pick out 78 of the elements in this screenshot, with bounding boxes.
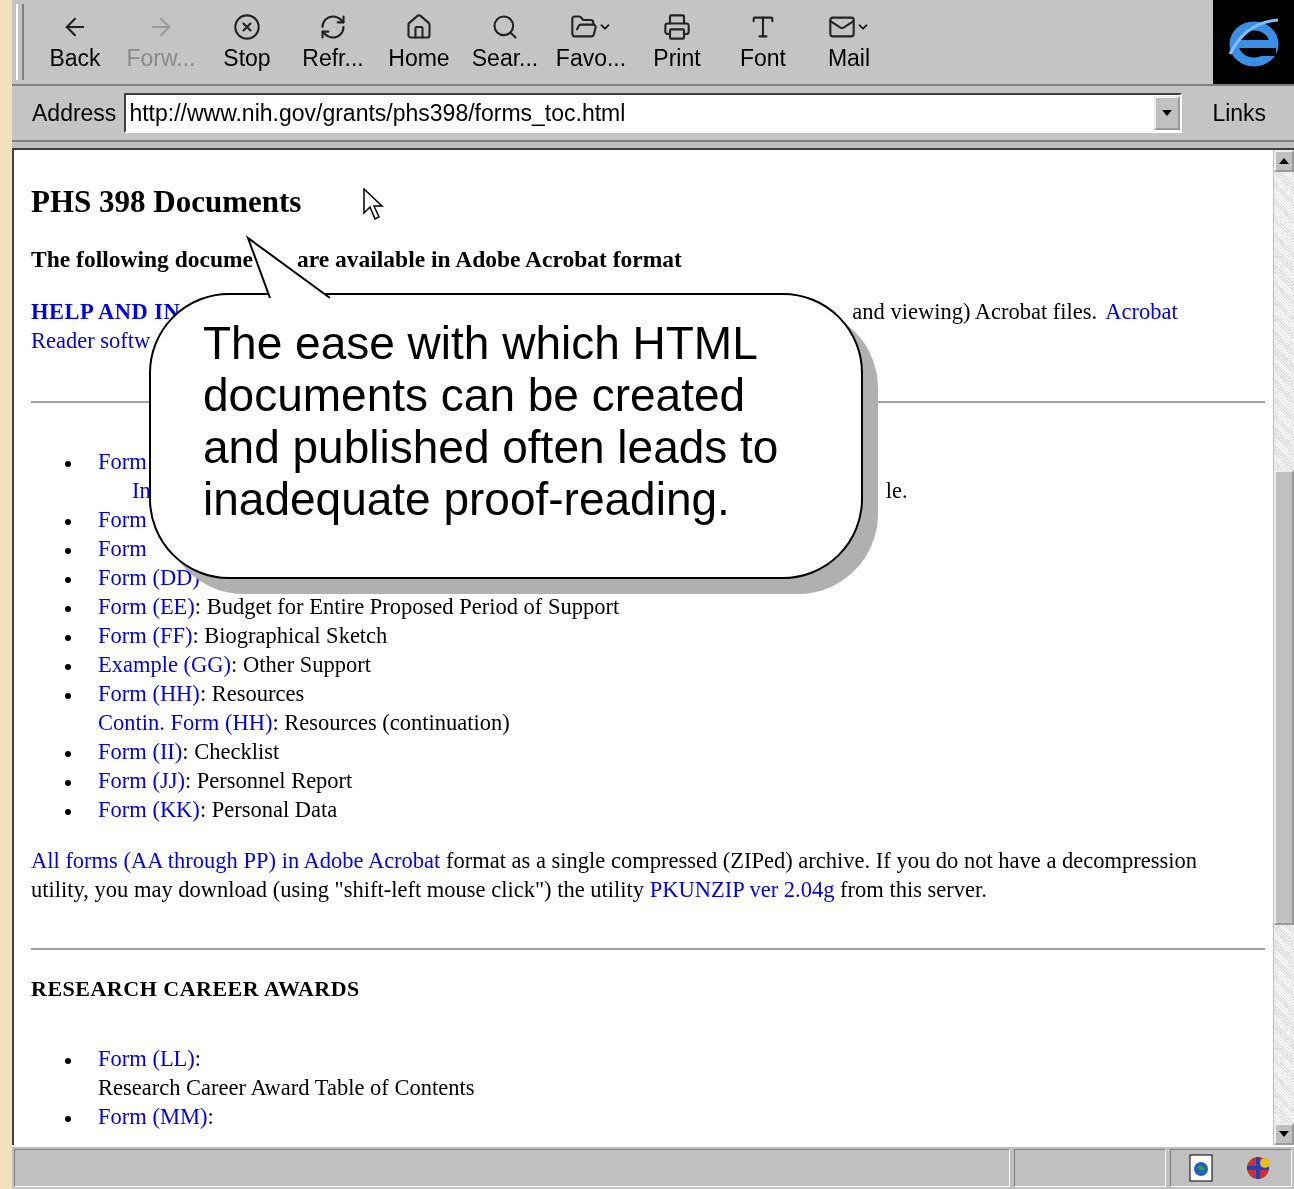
form-description: :: [207, 1104, 214, 1130]
printer-icon: [663, 12, 691, 41]
form-description: : Personal Data: [199, 797, 338, 823]
toolbar-button[interactable]: Favo...: [548, 0, 634, 84]
toolbar-button[interactable]: Back: [32, 0, 118, 84]
form-description: : Budget for Entire Proposed Period of Support: [194, 594, 620, 620]
toolbar-button[interactable]: Sear...: [462, 0, 548, 84]
page-icon: [1189, 1154, 1213, 1182]
form-description: Research Career Award Table of Contents: [98, 1075, 475, 1101]
scroll-down-button[interactable]: [1274, 1123, 1294, 1145]
toolbar-grip[interactable]: [16, 4, 24, 80]
form-description: : Resources: [199, 681, 305, 707]
help-text: and viewing) Acrobat files.: [852, 299, 1098, 325]
bullet-icon: [65, 1115, 71, 1122]
scrollbar[interactable]: [1273, 150, 1294, 1145]
down-arrow-icon: [1279, 1131, 1289, 1137]
up-arrow-icon: [1279, 158, 1289, 164]
bullet-icon: [65, 692, 71, 699]
toolbar-button[interactable]: Home: [376, 0, 462, 84]
form-description: : Other Support: [231, 652, 372, 678]
search-icon: [491, 12, 519, 41]
stop-icon: [233, 12, 261, 41]
form-link[interactable]: Form (HH): [98, 681, 200, 707]
form-link[interactable]: Form (II): [98, 739, 183, 765]
form-description: le.: [885, 478, 908, 504]
section-heading: RESEARCH CAREER AWARDS: [31, 976, 360, 1002]
pointer-icon: [363, 188, 385, 222]
form-link[interactable]: Example (GG): [98, 652, 232, 678]
home-icon: [405, 12, 433, 41]
dropdown-button[interactable]: [1154, 96, 1181, 130]
scroll-thumb[interactable]: [1274, 470, 1294, 925]
bullet-icon: [65, 663, 71, 670]
address-field[interactable]: http://www.nih.gov/grants/phs398/forms_toc.html: [124, 93, 1183, 133]
archive-link[interactable]: All forms (AA through PP) in Adobe Acrobat: [31, 848, 441, 873]
form-link[interactable]: Form (KK): [98, 797, 200, 823]
form-link[interactable]: Form (MM): [98, 1104, 208, 1130]
bullet-icon: [65, 576, 71, 583]
form-link[interactable]: Form (FF): [98, 623, 193, 649]
bullet-icon: [65, 779, 71, 786]
form-description: : Resources (continuation): [272, 710, 510, 736]
form-link[interactable]: Contin. Form (HH): [98, 710, 273, 736]
bullet-icon: [65, 1057, 71, 1064]
callout-text: The ease with which HTML documents can be created and published often leads to inadequate proof-reading.: [203, 317, 780, 525]
form-link[interactable]: Form: [98, 507, 147, 533]
pkunzip-link[interactable]: PKUNZIP ver 2.04g: [649, 877, 835, 902]
acrobat-link[interactable]: Acrobat: [1105, 299, 1178, 325]
caret-icon: [1162, 110, 1173, 116]
bullet-icon: [65, 518, 71, 525]
toolbar-button[interactable]: Print: [634, 0, 720, 84]
bullet-icon: [65, 634, 71, 641]
scroll-up-button[interactable]: [1274, 150, 1294, 172]
refresh-icon: [319, 12, 347, 41]
reader-link[interactable]: Reader softw: [31, 328, 151, 354]
links-button[interactable]: Links: [1212, 99, 1267, 127]
form-description: : Biographical Sketch: [192, 623, 388, 649]
toolbar-button[interactable]: Mail: [806, 0, 892, 84]
page-heading: PHS 398 Documents: [31, 184, 302, 220]
bullet-icon: [65, 605, 71, 612]
intro-text: The following docume: [31, 246, 253, 273]
form-link[interactable]: Form: [98, 536, 147, 562]
bullet-icon: [65, 460, 71, 467]
form-link[interactable]: Form: [98, 449, 147, 475]
form-link[interactable]: Form (EE): [98, 594, 195, 620]
bullet-icon: [65, 750, 71, 757]
archive-paragraph: All forms (AA through PP) in Adobe Acrobat format as a single compressed (ZIPed) archive. If you do not have a decompression utility, you may download (using "shift-left mouse click") the utility PKUNZIP ver 2.04g from this server.: [31, 847, 1198, 904]
form-description: :: [194, 1046, 202, 1072]
form-link[interactable]: In: [132, 478, 151, 504]
form-link[interactable]: Form (JJ): [98, 768, 185, 794]
toolbar-button[interactable]: Font: [720, 0, 806, 84]
toolbar-button[interactable]: Refr...: [290, 0, 376, 84]
address-label: Address: [32, 99, 117, 127]
toolbar-button[interactable]: Stop: [204, 0, 290, 84]
form-description: : Checklist: [182, 739, 280, 765]
bullet-icon: [65, 808, 71, 815]
bullet-icon: [65, 547, 71, 554]
form-description: : Personnel Report: [184, 768, 353, 794]
intro-text: are available in Adobe Acrobat format: [296, 246, 682, 273]
form-link[interactable]: Form (LL): [98, 1046, 195, 1072]
